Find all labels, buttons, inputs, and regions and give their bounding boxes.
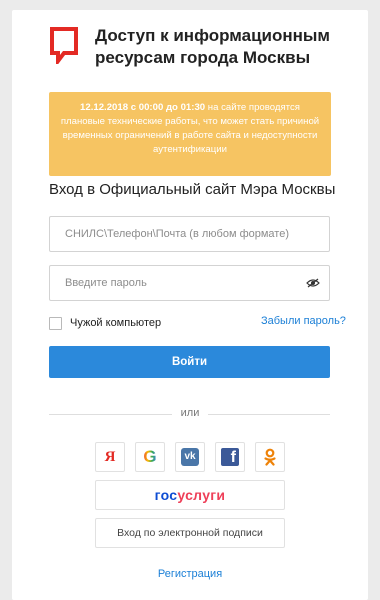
vk-icon: vk — [181, 448, 199, 466]
yandex-button[interactable]: Я — [95, 442, 125, 472]
forgot-password-link[interactable]: Забыли пароль? — [261, 315, 346, 327]
login-input[interactable] — [50, 217, 305, 251]
maintenance-notice: 12.12.2018 с 00:00 до 01:30 на сайте про… — [49, 92, 331, 176]
facebook-button[interactable]: f — [215, 442, 245, 472]
digital-signature-button[interactable]: Вход по электронной подписи — [95, 518, 285, 548]
gosuslugi-button[interactable]: гос услуги — [95, 480, 285, 510]
notice-date: 12.12.2018 — [80, 102, 129, 113]
login-heading: Вход в Официальный сайт Мэра Москвы — [49, 181, 336, 198]
or-label: или — [180, 407, 200, 419]
notice-do: до — [165, 102, 178, 113]
google-button[interactable]: G — [135, 442, 165, 472]
page-header: Доступ к информационным ресурсам города … — [49, 23, 349, 83]
foreign-computer-checkbox[interactable] — [49, 316, 62, 330]
facebook-glyph: f — [230, 449, 236, 466]
odnoklassniki-icon — [264, 448, 276, 466]
register-link[interactable]: Регистрация — [12, 568, 368, 580]
gosuslugi-logo-part1: гос — [154, 487, 178, 503]
password-field[interactable] — [49, 265, 330, 301]
gosuslugi-logo-part2: услуги — [177, 487, 226, 503]
foreign-computer-label: Чужой компьютер — [70, 317, 162, 329]
notice-to-time: 01:30 — [180, 102, 206, 113]
login-card: Доступ к информационным ресурсам города … — [12, 10, 368, 600]
login-button[interactable]: Войти — [49, 346, 330, 378]
notice-from-time: 00:00 — [138, 102, 164, 113]
login-field[interactable] — [49, 216, 330, 252]
show-password-icon[interactable] — [306, 278, 320, 288]
vk-button[interactable]: vk — [175, 442, 205, 472]
vk-glyph: vk — [184, 451, 196, 462]
odnoklassniki-button[interactable] — [255, 442, 285, 472]
password-input[interactable] — [50, 266, 305, 300]
facebook-icon: f — [221, 448, 239, 466]
notice-c: с — [130, 102, 137, 113]
remember-row[interactable]: Чужой компьютер — [49, 315, 161, 331]
page-title: Доступ к информационным ресурсам города … — [95, 26, 330, 67]
divider-left — [49, 414, 172, 415]
yandex-icon: Я — [104, 448, 116, 465]
divider-right — [208, 414, 330, 415]
moscow-logo-icon — [50, 27, 78, 64]
google-icon: G — [143, 447, 157, 466]
